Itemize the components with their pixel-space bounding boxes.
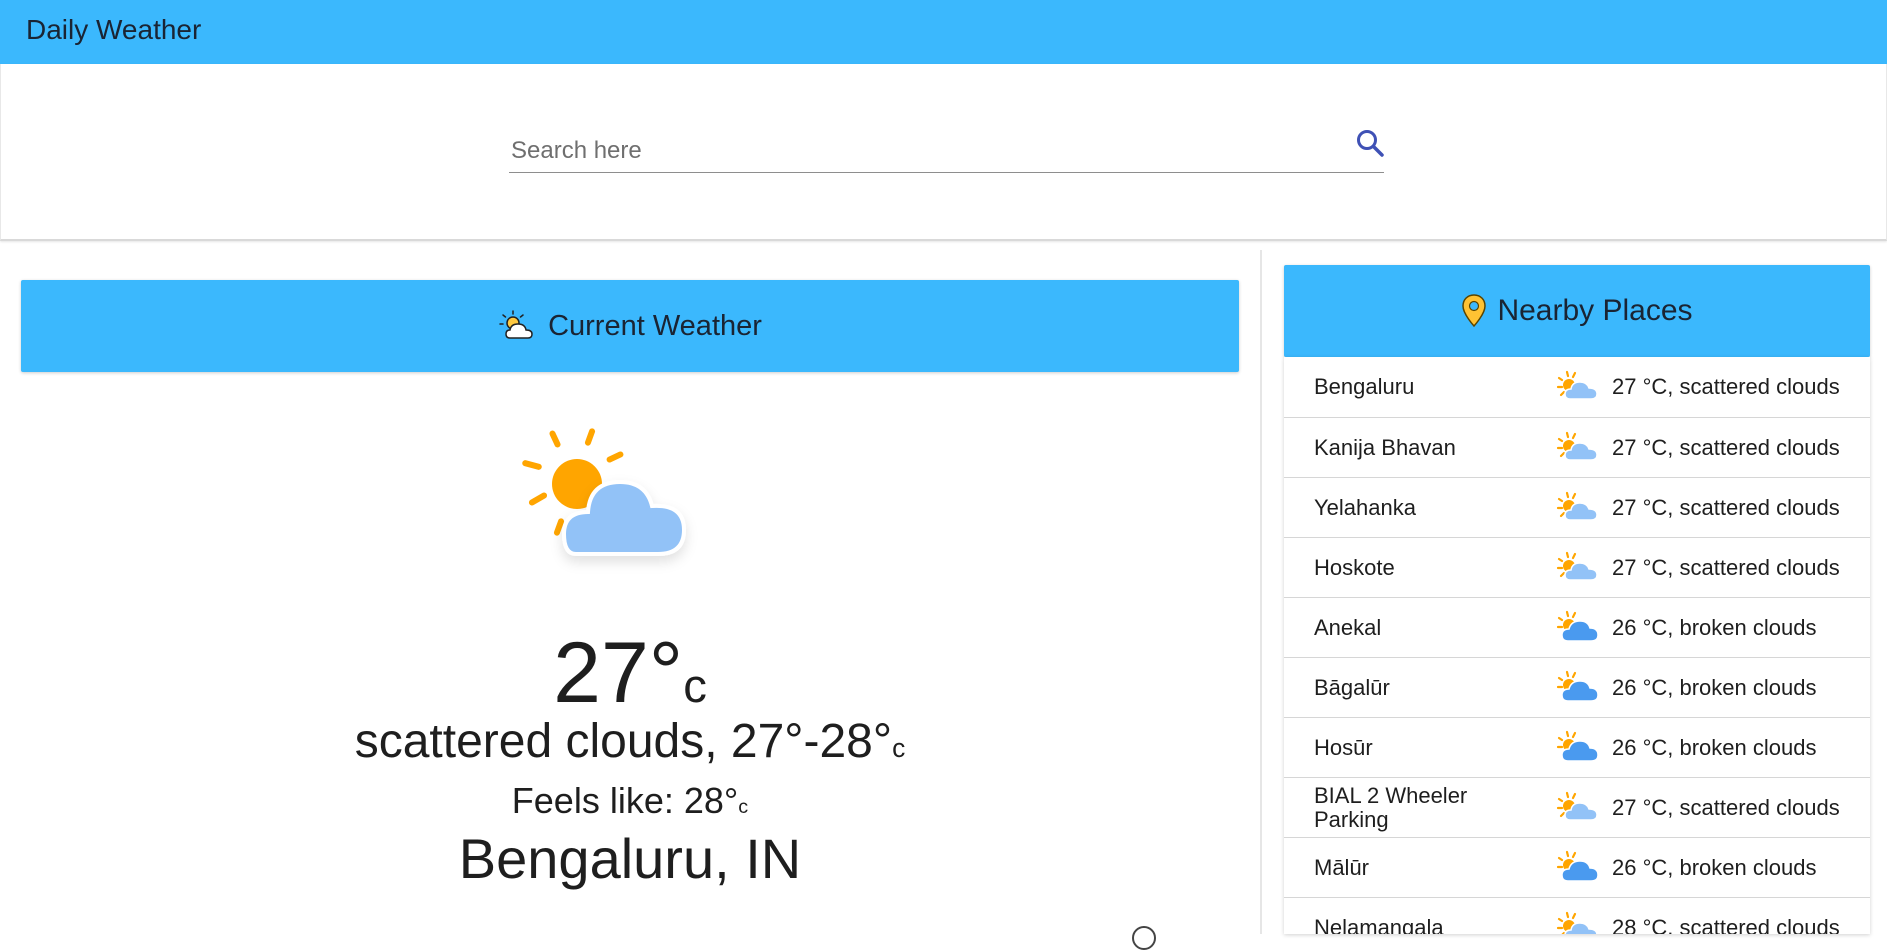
place-name: Mālūr [1314,855,1370,880]
list-item[interactable]: BIAL 2 Wheeler Parking 27 °C, scattered … [1284,778,1870,838]
place-name: BIAL 2 Wheeler Parking [1314,783,1468,832]
scattered-clouds-icon [1556,791,1598,821]
broken-clouds-icon [1556,850,1599,882]
broken-clouds-icon [1556,730,1599,762]
place-name: Hosūr [1314,735,1373,760]
nearby-places-title: Nearby Places [1497,294,1693,327]
app-title: Daily Weather [26,14,202,45]
feels-like: Feels like: 28°c [511,780,749,821]
place-condition: 27 °C, scattered clouds [1612,374,1840,399]
scattered-clouds-icon [1556,431,1598,461]
place-name: Bāgalūr [1314,675,1390,700]
place-condition: 28 °C, scattered clouds [1612,915,1840,935]
list-item[interactable]: Nelamangala 28 °C, scattered clouds [1284,898,1870,934]
place-name: Yelahanka [1314,495,1416,520]
place-condition: 27 °C, scattered clouds [1612,495,1840,520]
list-item[interactable]: Anekal 26 °C, broken clouds [1284,598,1870,658]
sun-behind-cloud-icon [522,428,687,556]
current-weather-title: Current Weather [548,309,762,342]
place-condition: 26 °C, broken clouds [1612,855,1817,880]
search-field [509,126,1384,173]
list-item[interactable]: Bengaluru 27 °C, scattered clouds [1284,357,1870,418]
info-icon[interactable] [1132,926,1156,950]
app-bar: Daily Weather [0,0,1887,64]
nearby-places-list: Bengaluru 27 °C, scattered clouds Kanija… [1284,357,1870,934]
list-item[interactable]: Kanija Bhavan 27 °C, scattered clouds [1284,418,1870,478]
place-name: Kanija Bhavan [1314,435,1456,460]
scattered-clouds-icon [1556,491,1598,521]
broken-clouds-icon [1556,610,1599,642]
place-name: Bengaluru [1314,374,1415,399]
search-button[interactable] [1353,126,1389,162]
list-item[interactable]: Hoskote 27 °C, scattered clouds [1284,538,1870,598]
search-input[interactable] [509,130,1313,172]
place-condition: 26 °C, broken clouds [1612,675,1817,700]
place-condition: 27 °C, scattered clouds [1612,795,1840,820]
place-condition: 26 °C, broken clouds [1612,615,1817,640]
partly-cloudy-icon [499,310,533,339]
place-name: Nelamangala [1314,915,1444,935]
place-name: Anekal [1314,615,1382,640]
scattered-clouds-icon [1556,551,1598,581]
place-condition: 27 °C, scattered clouds [1612,555,1840,580]
list-item[interactable]: Hosūr 26 °C, broken clouds [1284,718,1870,778]
search-card [0,64,1887,241]
location-pin-icon [1462,294,1487,328]
place-condition: 26 °C, broken clouds [1612,735,1817,760]
list-item[interactable]: Mālūr 26 °C, broken clouds [1284,838,1870,898]
current-location: Bengaluru, IN [458,827,802,890]
weather-description: scattered clouds, 27°-28°c [354,715,906,768]
place-name: Hoskote [1314,555,1395,580]
place-condition: 27 °C, scattered clouds [1612,435,1840,460]
list-item[interactable]: Yelahanka 27 °C, scattered clouds [1284,478,1870,538]
broken-clouds-icon [1556,670,1599,702]
nearby-places-header: Nearby Places [1284,265,1870,357]
scattered-clouds-icon [1556,911,1598,934]
search-icon [1357,130,1384,157]
list-item[interactable]: Bāgalūr 26 °C, broken clouds [1284,658,1870,718]
current-weather-header: Current Weather [21,280,1239,372]
scattered-clouds-icon [1556,370,1598,400]
